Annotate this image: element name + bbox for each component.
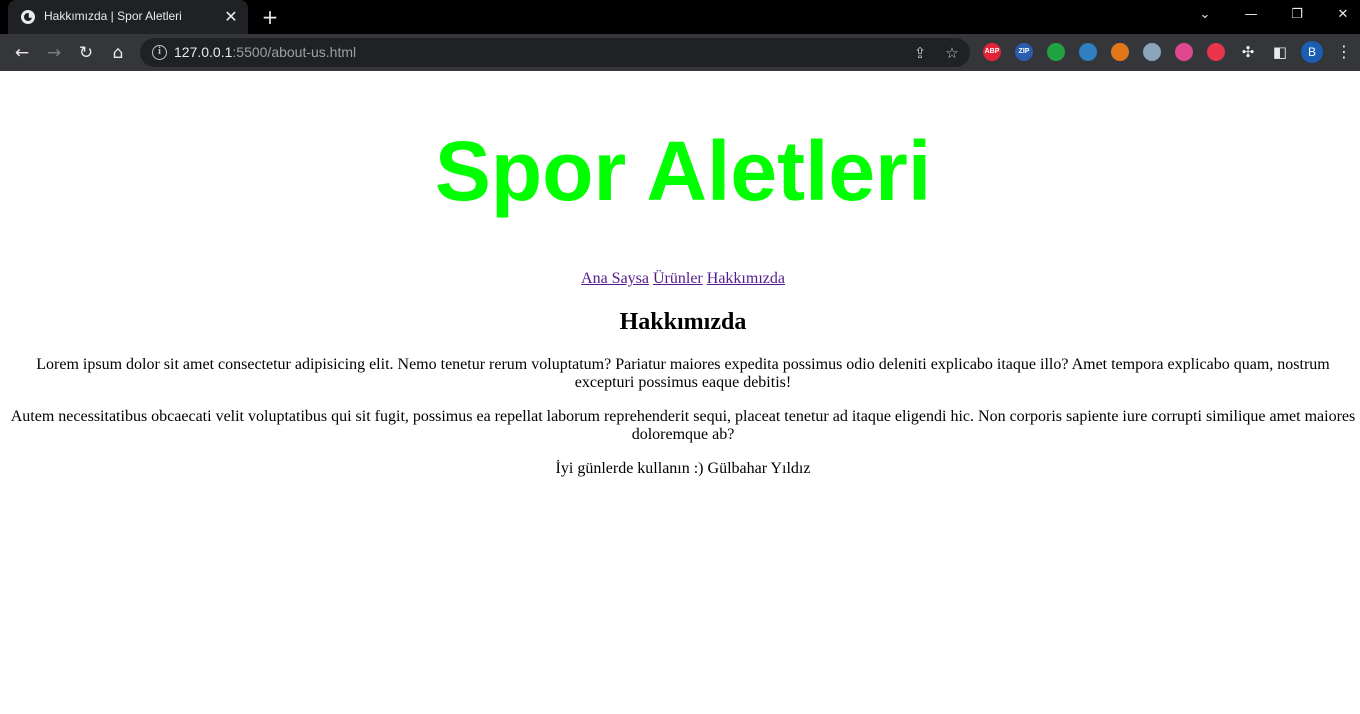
adblock-plus-icon[interactable]: ABP [983, 43, 1001, 61]
menu-kebab-icon[interactable]: ⋮ [1334, 41, 1354, 63]
tab-strip: Hakkımızda | Spor Aletleri ✕ + ⌄ — ❐ ✕ [0, 0, 1360, 34]
page-viewport: Spor Aletleri Ana Saysa Ürünler Hakkımız… [0, 71, 1360, 714]
browser-toolbar: ← → ↻ ⌂ i 127.0.0.1:5500/about-us.html ⇪… [0, 34, 1360, 71]
globe-icon [21, 10, 35, 24]
minimize-button[interactable]: — [1239, 4, 1263, 26]
nav-link-products[interactable]: Ürünler [653, 270, 703, 287]
zip-extension-icon[interactable]: ZIP [1015, 43, 1033, 61]
back-button[interactable]: ← [10, 41, 34, 65]
forward-button[interactable]: → [42, 41, 66, 65]
tab-title: Hakkımızda | Spor Aletleri [44, 9, 182, 23]
active-tab[interactable]: Hakkımızda | Spor Aletleri ✕ [8, 0, 248, 34]
paragraph-2: Autem necessitatibus obcaecati velit vol… [10, 408, 1356, 443]
url-text[interactable]: 127.0.0.1:5500/about-us.html [174, 44, 356, 60]
reload-button[interactable]: ↻ [74, 41, 98, 65]
signature-text: İyi günlerde kullanın :) Gülbahar Yıldız [555, 460, 811, 477]
paragraph-1: Lorem ipsum dolor sit amet consectetur a… [36, 356, 1330, 391]
bookmark-star-icon[interactable]: ☆ [942, 43, 962, 63]
screenshot-extension-icon[interactable] [1207, 43, 1225, 61]
address-bar[interactable]: i 127.0.0.1:5500/about-us.html ⇪ ☆ [140, 38, 970, 67]
nav-link-about[interactable]: Hakkımızda [707, 270, 785, 287]
home-button[interactable]: ⌂ [106, 41, 130, 65]
tab-search-icon[interactable]: ⌄ [1193, 4, 1217, 26]
site-nav: Ana Saysa Ürünler Hakkımızda [0, 269, 1360, 289]
restore-button[interactable]: ❐ [1285, 4, 1309, 26]
section-heading: Hakkımızda [619, 309, 747, 335]
close-tab-icon[interactable]: ✕ [222, 8, 240, 26]
site-info-icon[interactable]: i [152, 45, 167, 60]
globe-extension-icon[interactable] [1143, 43, 1161, 61]
new-tab-button[interactable]: + [259, 6, 281, 28]
eye-extension-icon[interactable] [1079, 43, 1097, 61]
side-panel-icon[interactable]: ◧ [1269, 41, 1291, 63]
close-window-button[interactable]: ✕ [1331, 4, 1355, 26]
profile-avatar[interactable]: B [1301, 41, 1323, 63]
share-icon[interactable]: ⇪ [910, 43, 930, 63]
nav-link-home[interactable]: Ana Saysa [581, 270, 649, 287]
site-title: Spor Aletleri [434, 124, 932, 218]
metamask-icon[interactable] [1111, 43, 1129, 61]
color-extension-icon[interactable] [1175, 43, 1193, 61]
evernote-icon[interactable] [1047, 43, 1065, 61]
extensions-puzzle-icon[interactable]: ✣ [1237, 41, 1259, 63]
